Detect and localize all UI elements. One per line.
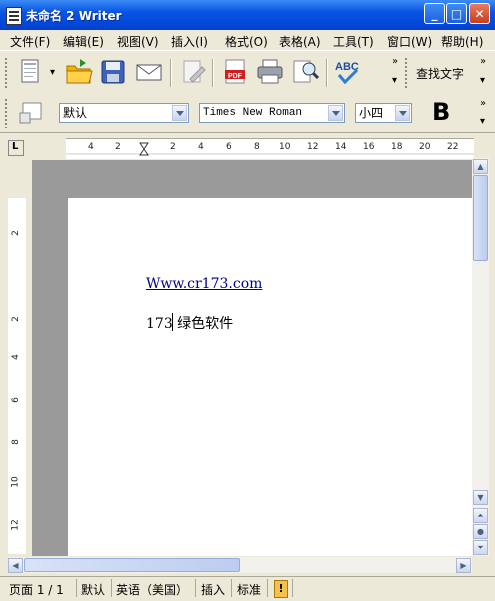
font-name-select[interactable]: Times New Roman [199, 103, 345, 123]
navigation-icon[interactable]: ● [473, 524, 488, 539]
title-bar: 未命名 2 Writer _ □ ✕ [0, 0, 495, 30]
toolbar-overflow-dropdown-icon[interactable]: ▾ [392, 75, 397, 86]
menu-file[interactable]: 文件(F) [10, 33, 50, 50]
status-page[interactable]: 页面 1 / 1 [9, 581, 64, 598]
toolbar-grip[interactable] [4, 57, 8, 89]
find-text-button[interactable]: 查找文字 [416, 65, 464, 82]
print-icon[interactable] [255, 57, 285, 87]
chevron-down-icon[interactable] [172, 105, 187, 121]
new-document-icon[interactable] [16, 57, 46, 87]
menu-format[interactable]: 格式(O) [225, 33, 268, 50]
edit-file-icon[interactable] [178, 57, 208, 87]
ruler-tick-label: 10 [279, 142, 291, 152]
ruler-tick-label: 14 [335, 142, 347, 152]
ruler-tick-label: 8 [254, 142, 260, 152]
window-title: 未命名 2 Writer [26, 9, 122, 23]
find-toolbar-grip[interactable] [404, 57, 408, 89]
styles-formatting-icon[interactable] [16, 97, 46, 127]
font-name-value: Times New Roman [203, 107, 303, 119]
status-bar: 页面 1 / 1 默认 英语（美国） 插入 标准 ! [0, 576, 495, 601]
print-preview-icon[interactable] [290, 57, 320, 87]
ruler-tick-label: 12 [307, 142, 319, 152]
menu-table[interactable]: 表格(A) [279, 33, 321, 50]
font-size-value: 小四 [359, 106, 384, 120]
ruler-tick-label: 2 [115, 142, 121, 152]
email-icon[interactable] [134, 57, 164, 87]
ruler-tick-label: 8 [10, 439, 21, 445]
menu-insert[interactable]: 插入(I) [171, 33, 208, 50]
svg-text:PDF: PDF [228, 73, 243, 80]
save-disk-icon[interactable] [98, 57, 128, 87]
ruler-tick-label: 6 [10, 397, 21, 403]
ruler-tick-label: 20 [419, 142, 431, 152]
next-page-icon[interactable]: ⏷ [473, 540, 488, 555]
paragraph-style-select[interactable]: 默认 [59, 103, 189, 123]
format-toolbar-overflow-icon[interactable]: » [480, 98, 486, 109]
vertical-scroll-thumb[interactable] [473, 175, 488, 261]
scroll-left-icon[interactable]: ◀ [8, 558, 23, 573]
status-selection-mode[interactable]: 标准 [237, 581, 261, 598]
document-body-text[interactable]: 173 绿色软件 [146, 313, 233, 333]
text-cursor [172, 313, 173, 331]
menu-window[interactable]: 窗口(W) [387, 33, 432, 50]
spellcheck-icon[interactable]: ABC [333, 57, 363, 87]
find-toolbar-dropdown-icon[interactable]: ▾ [480, 75, 485, 86]
ruler-tick-label: 2 [10, 316, 21, 322]
minimize-button[interactable]: _ [424, 3, 445, 24]
format-toolbar-dropdown-icon[interactable]: ▾ [480, 116, 485, 127]
close-button[interactable]: ✕ [469, 3, 490, 24]
tab-stop-selector[interactable]: L [8, 140, 24, 156]
standard-toolbar: ▾ PDF ABC » ▾ 查找文字 » ▾ [0, 50, 495, 96]
ruler-tick-label: 6 [226, 142, 232, 152]
scroll-up-icon[interactable]: ▲ [473, 159, 488, 174]
menu-tools[interactable]: 工具(T) [333, 33, 374, 50]
document-modified-icon[interactable]: ! [274, 580, 288, 598]
writer-app-icon[interactable] [6, 7, 22, 25]
chevron-down-icon[interactable] [395, 105, 410, 121]
horizontal-ruler[interactable]: 4 2 2 4 6 8 10 12 14 16 18 20 22 [66, 138, 474, 159]
horizontal-scrollbar[interactable]: ◀ ▶ [8, 557, 472, 573]
menu-help[interactable]: 帮助(H) [441, 33, 483, 50]
ruler-tick-label: 2 [170, 142, 176, 152]
ruler-tick-label: 4 [10, 354, 21, 360]
document-page[interactable] [70, 200, 472, 556]
ruler-tick-label: 2 [10, 230, 21, 236]
menu-edit[interactable]: 编辑(E) [63, 33, 104, 50]
font-size-select[interactable]: 小四 [355, 103, 412, 123]
ruler-tick-label: 16 [363, 142, 375, 152]
paragraph-style-value: 默认 [63, 106, 88, 120]
ruler-tick-label: 4 [198, 142, 204, 152]
vertical-scrollbar[interactable]: ▲ ▼ ⏶ ● ⏷ [472, 158, 489, 556]
previous-page-icon[interactable]: ⏶ [473, 508, 488, 523]
menu-view[interactable]: 视图(V) [117, 33, 159, 50]
find-toolbar-overflow-icon[interactable]: » [480, 56, 486, 67]
horizontal-scroll-thumb[interactable] [24, 558, 240, 572]
ruler-tick-label: 18 [391, 142, 403, 152]
document-hyperlink[interactable]: Www.cr173.com [146, 276, 262, 292]
maximize-button[interactable]: □ [446, 3, 467, 24]
format-toolbar-grip[interactable] [4, 98, 8, 128]
ruler-tick-label: 22 [447, 142, 459, 152]
status-insert-mode[interactable]: 插入 [201, 581, 225, 598]
status-language[interactable]: 英语（美国） [116, 581, 188, 598]
scroll-right-icon[interactable]: ▶ [456, 558, 471, 573]
toolbar-overflow-icon[interactable]: » [392, 56, 398, 67]
ruler-tick-label: 10 [10, 476, 21, 488]
scroll-down-icon[interactable]: ▼ [473, 490, 488, 505]
ruler-tick-label: 12 [10, 519, 21, 531]
export-pdf-icon[interactable]: PDF [220, 57, 250, 87]
status-style[interactable]: 默认 [81, 581, 105, 598]
open-folder-icon[interactable] [64, 57, 94, 87]
new-dropdown-chevron-icon[interactable]: ▾ [50, 67, 55, 78]
bold-button[interactable]: B [432, 98, 450, 126]
menu-bar: 文件(F) 编辑(E) 视图(V) 插入(I) 格式(O) 表格(A) 工具(T… [0, 30, 495, 50]
chevron-down-icon[interactable] [328, 105, 343, 121]
ruler-tick-label: 4 [88, 142, 94, 152]
formatting-toolbar: 默认 Times New Roman 小四 B » ▾ [0, 94, 495, 133]
